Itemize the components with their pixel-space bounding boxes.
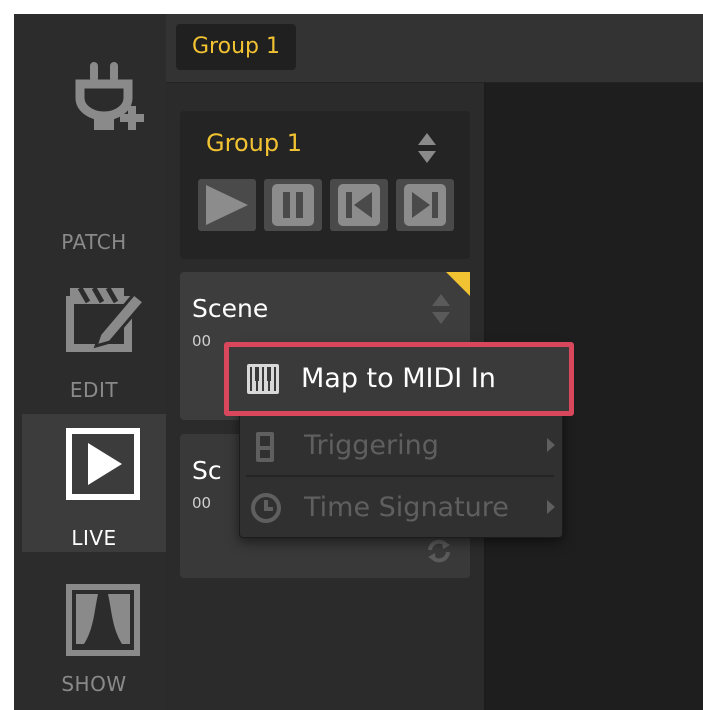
scene-subtitle: 00 xyxy=(192,332,212,350)
menu-item-label: Map to MIDI In xyxy=(301,363,496,394)
mode-label-patch: PATCH xyxy=(61,230,127,254)
sort-updown-icon[interactable] xyxy=(416,131,438,165)
patch-plug-icon xyxy=(75,62,144,130)
menu-item-time-signature[interactable]: Time Signature xyxy=(240,479,562,537)
live-play-icon xyxy=(66,428,140,500)
transport-controls xyxy=(198,179,454,231)
play-icon[interactable] xyxy=(198,179,256,231)
trigger-icon xyxy=(256,432,274,462)
submenu-chevron-icon xyxy=(547,438,555,452)
context-menu: Map to MIDI In Triggering Time Signature xyxy=(224,342,574,538)
group-tabbar: Group 1 xyxy=(166,14,703,83)
mode-sidebar: PATCH EDIT LIVE SHOW xyxy=(14,14,166,710)
sort-updown-icon[interactable] xyxy=(430,292,452,326)
clock-icon xyxy=(251,493,281,523)
scene-subtitle: 00 xyxy=(192,494,212,512)
app-window: PATCH EDIT LIVE SHOW Group 1 Group 1 Sce… xyxy=(14,14,703,710)
submenu-chevron-icon xyxy=(547,500,555,514)
mode-label-edit: EDIT xyxy=(69,378,119,402)
mode-edit[interactable]: EDIT xyxy=(22,276,166,414)
menu-separator xyxy=(246,475,554,477)
mode-patch[interactable]: PATCH xyxy=(22,14,166,254)
mode-label-show: SHOW xyxy=(61,672,127,696)
group-title: Group 1 xyxy=(206,129,302,157)
scene-title: Scene xyxy=(192,294,269,323)
mode-show[interactable]: SHOW xyxy=(22,570,166,708)
previous-icon[interactable] xyxy=(330,179,388,231)
mode-live[interactable]: LIVE xyxy=(22,414,166,552)
next-icon[interactable] xyxy=(396,179,454,231)
menu-item-label: Triggering xyxy=(304,430,439,461)
show-curtain-icon xyxy=(66,584,140,656)
group-panel: Group 1 xyxy=(180,111,470,259)
menu-item-triggering[interactable]: Triggering xyxy=(240,417,562,475)
tab-group-1[interactable]: Group 1 xyxy=(176,24,296,70)
mode-label-live: LIVE xyxy=(71,526,117,550)
menu-item-map-midi[interactable]: Map to MIDI In xyxy=(224,342,574,416)
piano-keys-icon xyxy=(247,364,279,394)
menu-item-label: Time Signature xyxy=(304,492,509,523)
pause-icon[interactable] xyxy=(264,179,322,231)
edit-clapperboard-icon xyxy=(66,286,146,352)
loop-icon[interactable] xyxy=(424,536,454,566)
scene-title: Sc xyxy=(192,456,222,485)
